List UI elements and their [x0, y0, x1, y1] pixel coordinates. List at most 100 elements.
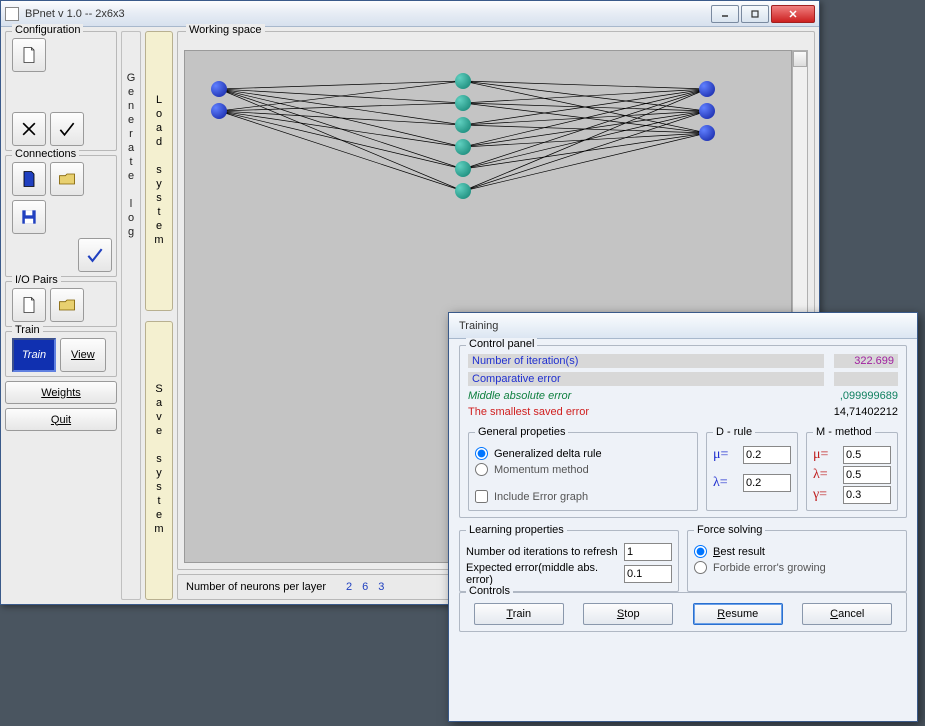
lambda-symbol: λ= — [713, 475, 737, 491]
minimize-button[interactable] — [711, 5, 739, 23]
comparative-error-label: Comparative error — [468, 372, 824, 386]
folder-open-icon — [57, 295, 77, 315]
new-config-button[interactable] — [12, 38, 46, 72]
control-panel-group: Control panel Number of iteration(s) 322… — [459, 345, 907, 518]
smallest-error-label: The smallest saved error — [468, 406, 824, 418]
new-file-blue-icon — [19, 169, 39, 189]
training-title: Training — [453, 320, 913, 332]
include-error-graph-check[interactable]: Include Error graph — [475, 490, 691, 503]
train-group: Train Train View — [5, 331, 117, 377]
neuron-out[interactable] — [699, 125, 715, 141]
connections-group: Connections — [5, 155, 117, 277]
cancel-config-button[interactable] — [12, 112, 46, 146]
m-method-legend: M - method — [813, 426, 875, 438]
middle-abs-error-label: Middle absolute error — [468, 390, 824, 402]
weights-button[interactable]: Weights — [5, 381, 117, 404]
iopairs-legend: I/O Pairs — [12, 274, 61, 286]
m-method-group: M - method μ= λ= γ= — [806, 426, 898, 511]
dialog-cancel-button[interactable]: Cancel — [802, 603, 892, 625]
neuron-in[interactable] — [211, 81, 227, 97]
momentum-method-radio[interactable]: Momentum method — [475, 463, 691, 476]
new-file-icon — [19, 45, 39, 65]
x-icon — [19, 119, 39, 139]
force-solving-legend: Force solving — [694, 524, 765, 536]
dialog-resume-button[interactable]: Resume — [693, 603, 783, 625]
layer-count-0: 2 — [346, 581, 352, 593]
neuron-hid[interactable] — [455, 139, 471, 155]
mu-symbol: μ= — [813, 447, 837, 463]
close-button[interactable] — [771, 5, 815, 23]
d-lambda-input[interactable] — [743, 474, 791, 492]
training-titlebar[interactable]: Training — [449, 313, 917, 339]
scroll-up-button[interactable] — [793, 51, 807, 67]
neuron-hid[interactable] — [455, 95, 471, 111]
neuron-hid[interactable] — [455, 117, 471, 133]
new-iopairs-button[interactable] — [12, 288, 46, 322]
view-button[interactable]: View — [60, 338, 106, 372]
general-properties-group: General propeties Generalized delta rule… — [468, 426, 698, 511]
confirm-connections-button[interactable] — [78, 238, 112, 272]
d-rule-group: D - rule μ= λ= — [706, 426, 798, 511]
neurons-per-layer-label: Number of neurons per layer — [186, 581, 326, 593]
check-blue-icon — [85, 245, 105, 265]
new-connections-button[interactable] — [12, 162, 46, 196]
controls-group: Controls Train Stop Resume Cancel — [459, 592, 907, 632]
dialog-train-button[interactable]: Train — [474, 603, 564, 625]
neuron-hid[interactable] — [455, 183, 471, 199]
m-mu-input[interactable] — [843, 446, 891, 464]
window-title: BPnet v 1.0 -- 2x6x3 — [25, 8, 711, 20]
neuron-out[interactable] — [699, 81, 715, 97]
control-panel-legend: Control panel — [466, 338, 537, 350]
save-system-button[interactable]: Save system — [145, 321, 173, 601]
generate-log-strip[interactable]: Generate log — [121, 31, 141, 600]
iterations-value: 322.699 — [834, 354, 898, 368]
train-legend: Train — [12, 324, 43, 336]
expected-error-label: Expected error(middle abs. error) — [466, 562, 618, 586]
learning-properties-legend: Learning properties — [466, 524, 567, 536]
confirm-config-button[interactable] — [50, 112, 84, 146]
d-rule-legend: D - rule — [713, 426, 755, 438]
m-gamma-input[interactable] — [843, 486, 891, 504]
open-connections-button[interactable] — [50, 162, 84, 196]
smallest-error-value: 14,71402212 — [834, 406, 898, 418]
train-button[interactable]: Train — [12, 338, 56, 372]
gamma-symbol: γ= — [813, 487, 837, 503]
generalized-delta-radio[interactable]: Generalized delta rule — [475, 447, 691, 460]
iterations-label: Number of iteration(s) — [468, 354, 824, 368]
learning-properties-group: Learning properties Number od iterations… — [459, 524, 679, 592]
middle-abs-error-value: ,099999689 — [834, 390, 898, 402]
controls-legend: Controls — [466, 585, 513, 597]
configuration-group: Configuration — [5, 31, 117, 151]
comparative-error-value — [834, 372, 898, 386]
save-icon — [19, 207, 39, 227]
forbid-growing-radio[interactable]: Forbide error's growing — [694, 561, 900, 574]
load-system-button[interactable]: Load system — [145, 31, 173, 311]
training-dialog: Training Control panel Number of iterati… — [448, 312, 918, 722]
connections-legend: Connections — [12, 148, 79, 160]
folder-open-icon — [57, 169, 77, 189]
best-result-rest: est result — [720, 546, 765, 558]
iter-refresh-label: Number od iterations to refresh — [466, 546, 618, 558]
layer-count-2: 3 — [378, 581, 384, 593]
generate-log-label: Generate log — [127, 72, 136, 240]
dialog-stop-button[interactable]: Stop — [583, 603, 673, 625]
force-solving-group: Force solving Best result Forbide error'… — [687, 524, 907, 592]
open-iopairs-button[interactable] — [50, 288, 84, 322]
neuron-out[interactable] — [699, 103, 715, 119]
d-mu-input[interactable] — [743, 446, 791, 464]
lambda-symbol: λ= — [813, 467, 837, 483]
general-properties-legend: General propeties — [475, 426, 568, 438]
expected-error-input[interactable] — [624, 565, 672, 583]
main-titlebar[interactable]: BPnet v 1.0 -- 2x6x3 — [1, 1, 819, 27]
maximize-button[interactable] — [741, 5, 769, 23]
quit-button[interactable]: Quit — [5, 408, 117, 431]
neuron-hid[interactable] — [455, 73, 471, 89]
m-lambda-input[interactable] — [843, 466, 891, 484]
neuron-in[interactable] — [211, 103, 227, 119]
iter-refresh-input[interactable] — [624, 543, 672, 561]
neuron-hid[interactable] — [455, 161, 471, 177]
iopairs-group: I/O Pairs — [5, 281, 117, 327]
best-result-radio[interactable]: Best result — [694, 545, 900, 558]
layer-count-1: 6 — [362, 581, 368, 593]
save-connections-button[interactable] — [12, 200, 46, 234]
